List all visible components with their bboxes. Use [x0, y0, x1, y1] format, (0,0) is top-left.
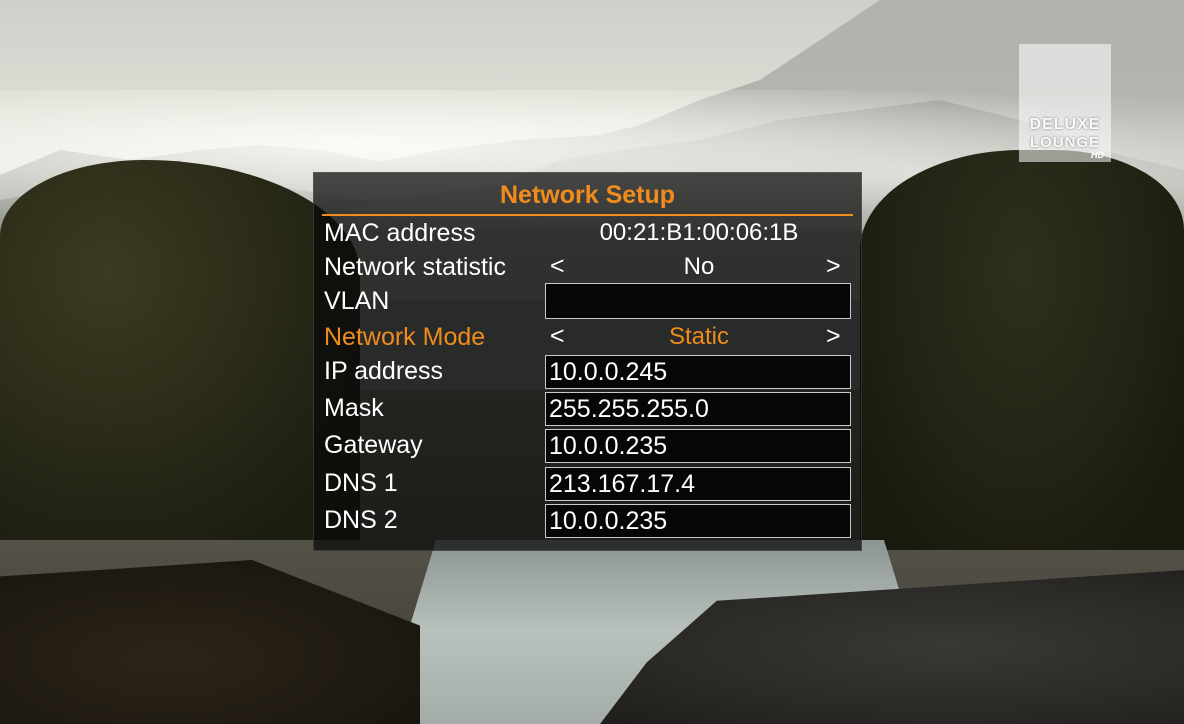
title-divider	[322, 214, 853, 216]
mac-address-label: MAC address	[324, 219, 476, 247]
dns1-field-frame	[545, 467, 851, 501]
row-dns2: DNS 2	[314, 504, 861, 540]
dns2-field[interactable]	[546, 505, 850, 537]
gateway-label: Gateway	[324, 431, 423, 459]
network-statistic-label: Network statistic	[324, 253, 506, 281]
vlan-field-frame	[545, 283, 851, 319]
mask-field[interactable]	[546, 393, 850, 425]
network-statistic-next-button[interactable]: >	[826, 252, 841, 281]
dns2-label: DNS 2	[324, 506, 398, 534]
row-gateway: Gateway	[314, 429, 861, 465]
network-mode-label: Network Mode	[324, 323, 486, 351]
row-mask: Mask	[314, 392, 861, 428]
forest-left	[0, 160, 360, 540]
ip-address-field-frame	[545, 355, 851, 389]
channel-logo: DELUXE LOUNGE HD	[1019, 44, 1111, 162]
network-mode-next-button[interactable]: >	[826, 322, 841, 351]
row-ip-address: IP address	[314, 355, 861, 391]
logo-line1: DELUXE	[1029, 116, 1101, 133]
row-network-statistic[interactable]: Network statistic < No >	[314, 251, 861, 287]
dns2-field-frame	[545, 504, 851, 538]
mac-address-value: 00:21:B1:00:06:1B	[599, 219, 799, 246]
logo-line2: LOUNGE	[1029, 134, 1101, 151]
gateway-field[interactable]	[546, 430, 850, 462]
vlan-label: VLAN	[324, 287, 390, 315]
panel-title: Network Setup	[499, 181, 676, 209]
dns1-field[interactable]	[546, 468, 850, 500]
ip-address-label: IP address	[324, 357, 444, 385]
vlan-field[interactable]	[546, 284, 850, 318]
gateway-field-frame	[545, 429, 851, 463]
forest-right	[860, 150, 1184, 550]
mask-field-frame	[545, 392, 851, 426]
row-network-mode[interactable]: Network Mode < Static >	[314, 321, 861, 357]
row-dns1: DNS 1	[314, 467, 861, 503]
mask-label: Mask	[324, 394, 384, 422]
ip-address-field[interactable]	[546, 356, 850, 388]
network-mode-value[interactable]: Static	[546, 323, 852, 351]
network-statistic-value[interactable]: No	[546, 253, 852, 281]
network-setup-panel: Network Setup MAC address 00:21:B1:00:06…	[313, 172, 862, 551]
dns1-label: DNS 1	[324, 469, 398, 497]
logo-hd: HD	[1091, 150, 1104, 160]
row-vlan: VLAN	[314, 283, 861, 319]
row-mac-address: MAC address 00:21:B1:00:06:1B	[314, 217, 861, 253]
